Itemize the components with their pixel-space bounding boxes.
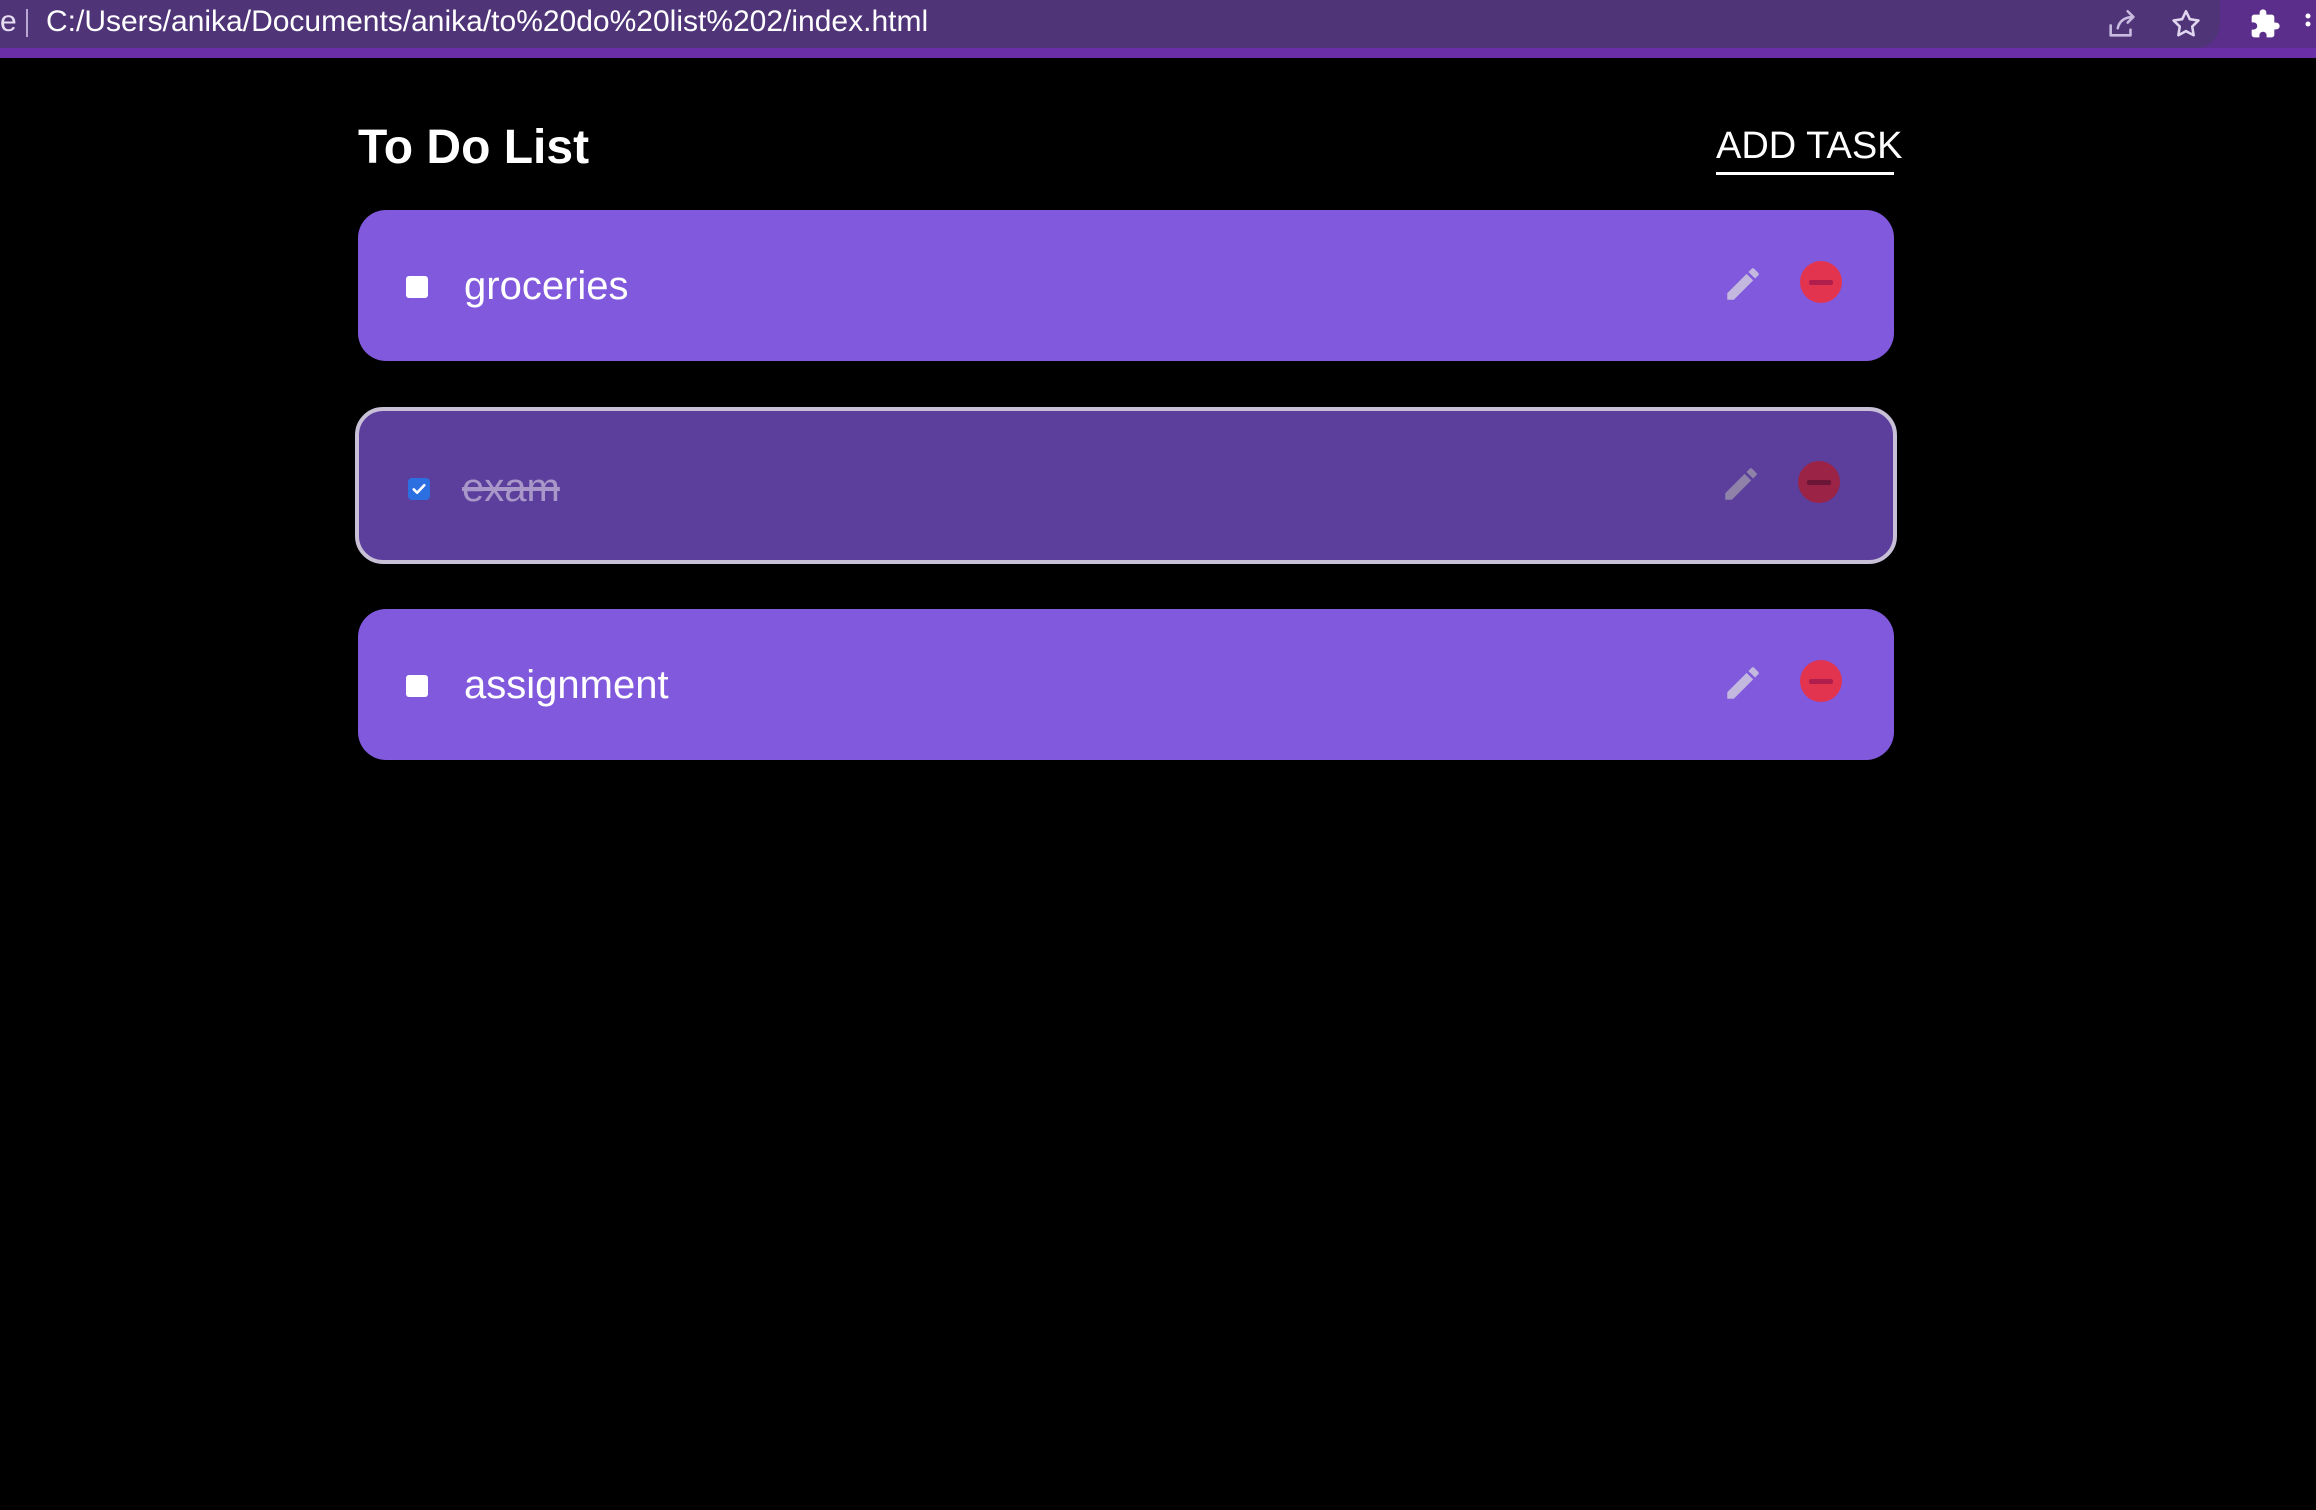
- minus-icon: [1807, 479, 1831, 485]
- minus-icon: [1809, 678, 1833, 684]
- task-label: assignment: [464, 663, 669, 707]
- task-label: exam: [462, 466, 560, 510]
- menu-icon[interactable]: [2300, 4, 2316, 44]
- browser-chrome-border: [0, 48, 2316, 58]
- minus-circle-icon[interactable]: [1798, 461, 1840, 503]
- pencil-icon[interactable]: [1720, 660, 1766, 706]
- task-checkbox[interactable]: [406, 675, 428, 697]
- minus-circle-icon[interactable]: [1800, 261, 1842, 303]
- minus-circle-icon[interactable]: [1800, 660, 1842, 702]
- task-label: groceries: [464, 264, 629, 308]
- pencil-icon[interactable]: [1720, 261, 1766, 307]
- browser-chrome: e C:/Users/anika/Documents/anika/to%20do…: [0, 0, 2316, 58]
- share-icon[interactable]: [2102, 4, 2142, 44]
- puzzle-icon[interactable]: [2245, 4, 2285, 44]
- checkmark-icon: [412, 483, 426, 495]
- add-task-button[interactable]: ADD TASK: [1716, 120, 1903, 175]
- address-bar[interactable]: e C:/Users/anika/Documents/anika/to%20do…: [0, 0, 2220, 48]
- task-item-completed: exam: [355, 407, 1897, 564]
- page-title: To Do List: [358, 121, 590, 174]
- star-icon[interactable]: [2166, 4, 2206, 44]
- url-text[interactable]: C:/Users/anika/Documents/anika/to%20do%2…: [46, 4, 928, 40]
- url-prefix: e: [0, 5, 17, 38]
- minus-icon: [1809, 279, 1833, 285]
- task-item: assignment: [358, 609, 1894, 760]
- address-bar-divider: [26, 9, 28, 37]
- pencil-icon[interactable]: [1718, 461, 1764, 507]
- task-checkbox[interactable]: [406, 276, 428, 298]
- task-item: groceries: [358, 210, 1894, 361]
- task-checkbox-checked[interactable]: [408, 478, 430, 500]
